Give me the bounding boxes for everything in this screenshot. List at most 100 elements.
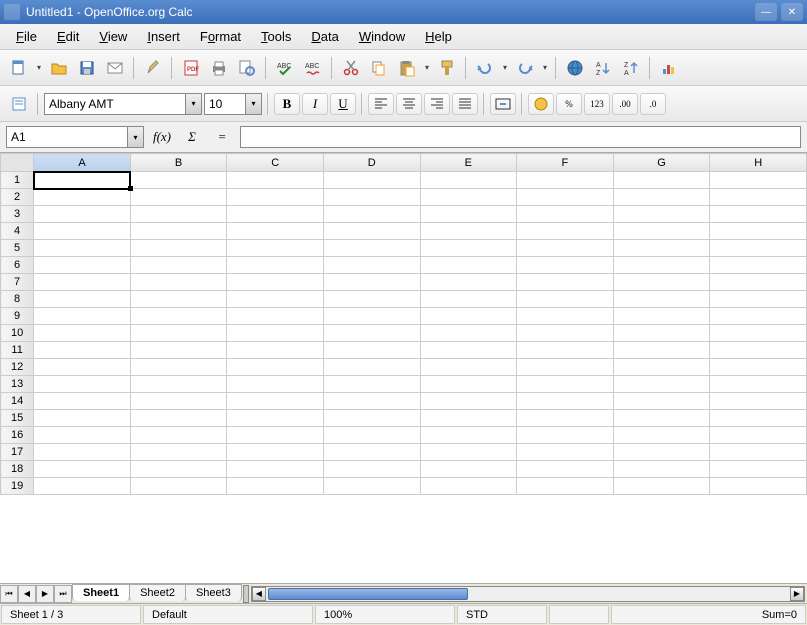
align-justify-button[interactable] [452,93,478,115]
sheet-tab-sheet3[interactable]: Sheet3 [185,584,242,601]
tab-last-button[interactable]: ⏭ [54,585,72,603]
cell-E3[interactable] [420,206,517,223]
horizontal-scrollbar[interactable]: ◀ ▶ [251,586,805,602]
cell-A13[interactable] [34,376,131,393]
cell-C13[interactable] [227,376,324,393]
cell-E17[interactable] [420,444,517,461]
bold-button[interactable]: B [274,93,300,115]
cell-F10[interactable] [517,325,614,342]
cell-E19[interactable] [420,478,517,495]
cell-E12[interactable] [420,359,517,376]
column-header-E[interactable]: E [420,154,517,172]
row-header-4[interactable]: 4 [1,223,34,240]
cell-B1[interactable] [130,172,227,189]
align-center-button[interactable] [396,93,422,115]
cell-G18[interactable] [613,461,710,478]
sort-asc-button[interactable]: AZ [590,55,616,81]
cell-H19[interactable] [710,478,807,495]
row-header-17[interactable]: 17 [1,444,34,461]
menu-data[interactable]: Data [301,25,348,48]
grid[interactable]: ABCDEFGH12345678910111213141516171819 [0,153,807,583]
cell-E10[interactable] [420,325,517,342]
cell-B19[interactable] [130,478,227,495]
cell-G14[interactable] [613,393,710,410]
cell-D11[interactable] [323,342,420,359]
scroll-thumb[interactable] [268,588,468,600]
cell-H16[interactable] [710,427,807,444]
styles-button[interactable] [6,91,32,117]
cell-H3[interactable] [710,206,807,223]
cell-G17[interactable] [613,444,710,461]
cell-C3[interactable] [227,206,324,223]
sheet-tab-sheet1[interactable]: Sheet1 [72,584,130,601]
cell-F4[interactable] [517,223,614,240]
copy-button[interactable] [366,55,392,81]
cell-A4[interactable] [34,223,131,240]
cell-H17[interactable] [710,444,807,461]
status-sum[interactable]: Sum=0 [611,605,806,624]
size-dropdown-icon[interactable]: ▾ [245,94,261,114]
menu-window[interactable]: Window [349,25,415,48]
cell-E2[interactable] [420,189,517,206]
cell-F13[interactable] [517,376,614,393]
cell-C1[interactable] [227,172,324,189]
cell-E8[interactable] [420,291,517,308]
cell-E13[interactable] [420,376,517,393]
cell-reference-combo[interactable]: ▾ [6,126,144,148]
open-button[interactable] [46,55,72,81]
menu-view[interactable]: View [89,25,137,48]
cell-G16[interactable] [613,427,710,444]
sort-desc-button[interactable]: ZA [618,55,644,81]
cell-C9[interactable] [227,308,324,325]
cell-A3[interactable] [34,206,131,223]
cell-A5[interactable] [34,240,131,257]
cell-C18[interactable] [227,461,324,478]
status-zoom[interactable]: 100% [315,605,455,624]
cell-B10[interactable] [130,325,227,342]
row-header-2[interactable]: 2 [1,189,34,206]
pdf-export-button[interactable]: PDF [178,55,204,81]
cell-H14[interactable] [710,393,807,410]
tab-first-button[interactable]: ⏮ [0,585,18,603]
cell-G8[interactable] [613,291,710,308]
cell-B18[interactable] [130,461,227,478]
remove-decimal-button[interactable]: .0 [640,93,666,115]
cell-A1[interactable] [34,172,131,189]
cell-C10[interactable] [227,325,324,342]
align-left-button[interactable] [368,93,394,115]
cell-A9[interactable] [34,308,131,325]
function-wizard-button[interactable]: f(x) [150,126,174,148]
cell-E4[interactable] [420,223,517,240]
cell-A7[interactable] [34,274,131,291]
merge-cells-button[interactable] [490,93,516,115]
font-input[interactable] [45,94,185,114]
cell-A19[interactable] [34,478,131,495]
cell-D13[interactable] [323,376,420,393]
cell-D3[interactable] [323,206,420,223]
number-std-button[interactable]: 123 [584,93,610,115]
cell-B11[interactable] [130,342,227,359]
email-button[interactable] [102,55,128,81]
cell-D6[interactable] [323,257,420,274]
chart-button[interactable] [656,55,682,81]
undo-dropdown[interactable]: ▾ [500,63,510,72]
cell-B6[interactable] [130,257,227,274]
column-header-A[interactable]: A [34,154,131,172]
cell-G10[interactable] [613,325,710,342]
cell-F6[interactable] [517,257,614,274]
column-header-D[interactable]: D [323,154,420,172]
cell-H2[interactable] [710,189,807,206]
save-button[interactable] [74,55,100,81]
cell-G13[interactable] [613,376,710,393]
tab-prev-button[interactable]: ◀ [18,585,36,603]
cell-D18[interactable] [323,461,420,478]
tab-splitter[interactable] [243,585,249,603]
cell-C4[interactable] [227,223,324,240]
cell-H11[interactable] [710,342,807,359]
menu-insert[interactable]: Insert [137,25,190,48]
cell-F8[interactable] [517,291,614,308]
percent-button[interactable]: % [556,93,582,115]
cell-H1[interactable] [710,172,807,189]
cell-B9[interactable] [130,308,227,325]
column-header-F[interactable]: F [517,154,614,172]
